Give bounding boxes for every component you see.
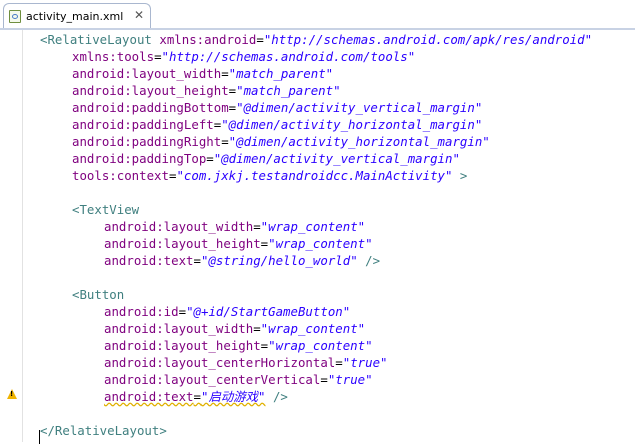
code-line-21: android:layout_centerVertical="true" [104,372,373,387]
ruler-separator [22,30,23,442]
code-line-7: android:paddingRight="@dimen/activity_ho… [72,134,490,149]
code-line-13: android:layout_height="wrap_content" [104,236,373,251]
code-line-1: <RelativeLayout xmlns:android="http://sc… [40,32,593,47]
code-line-16: <Button [72,287,125,302]
code-editor[interactable]: <RelativeLayout xmlns:android="http://sc… [0,30,635,444]
code-line-18: android:layout_width="wrap_content" [104,321,366,336]
code-line-17: android:id="@+id/StartGameButton" [104,304,351,319]
code-line-9: tools:context="com.jxkj.testandroidcc.Ma… [72,168,468,183]
tab-label: activity_main.xml [26,10,124,23]
close-icon[interactable]: ✕ [134,8,144,22]
tab-activity-main[interactable]: activity_main.xml ✕ [3,3,151,29]
warning-icon[interactable] [7,389,17,399]
xml-file-icon [9,10,21,23]
code-line-20: android:layout_centerHorizontal="true" [104,355,388,370]
code-line-24: </RelativeLayout> [40,423,167,438]
code-line-3: android:layout_width="match_parent" [72,66,334,81]
code-line-6: android:paddingLeft="@dimen/activity_hor… [72,117,483,132]
code-line-8: android:paddingTop="@dimen/activity_vert… [72,151,460,166]
code-line-12: android:layout_width="wrap_content" [104,219,366,234]
code-line-22: android:text="启动游戏" /> [104,389,288,404]
code-line-5: android:paddingBottom="@dimen/activity_v… [72,100,483,115]
code-line-14: android:text="@string/hello_world" /> [104,253,381,268]
annotation-ruler [0,30,22,442]
code-line-4: android:layout_height="match_parent" [72,83,341,98]
code-line-11: <TextView [72,202,140,217]
editor-tab-bar: activity_main.xml ✕ [0,0,635,30]
code-line-2: xmlns:tools="http://schemas.android.com/… [72,49,416,64]
code-line-19: android:layout_height="wrap_content" [104,338,373,353]
